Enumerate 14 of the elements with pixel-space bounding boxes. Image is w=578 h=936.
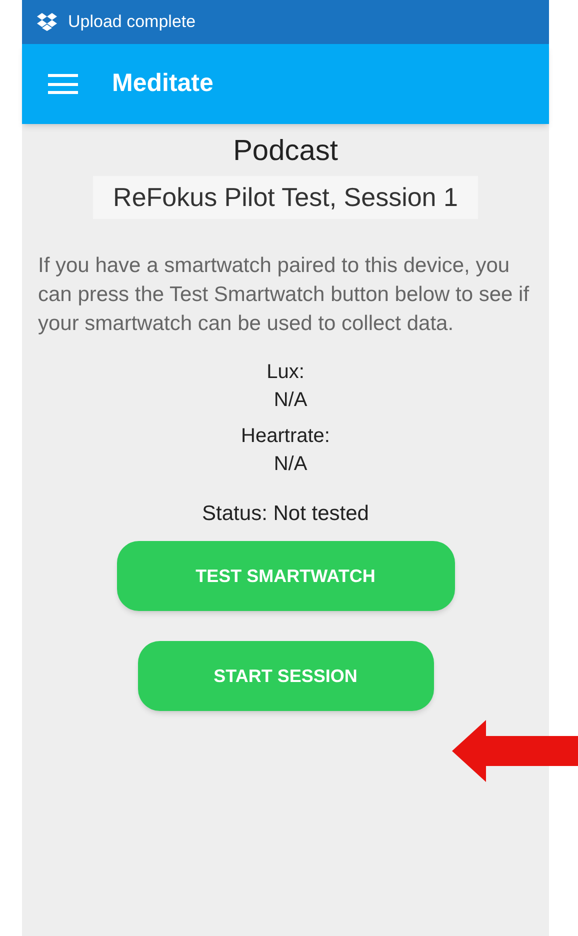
reading-value: N/A bbox=[272, 388, 308, 412]
notification-text: Upload complete bbox=[68, 11, 196, 34]
heading: Podcast bbox=[233, 134, 338, 169]
action-button[interactable]: TEST SMARTWATCH bbox=[116, 541, 454, 611]
dropbox-icon bbox=[36, 13, 58, 31]
subtitle: ReFokus Pilot Test, Session 1 bbox=[93, 176, 478, 218]
action-button[interactable]: START SESSION bbox=[138, 641, 434, 711]
reading-label: Heartrate: bbox=[241, 424, 330, 448]
app-title: Meditate bbox=[112, 68, 214, 100]
reading-label: Lux: bbox=[266, 360, 304, 384]
description-text: If you have a smartwatch paired to this device, you can press the Test Smartwatch button below to see if your smartwatch can be used to collect data. bbox=[37, 252, 530, 336]
status-text: Status: Not tested bbox=[202, 500, 369, 526]
reading-value: N/A bbox=[272, 452, 308, 476]
menu-button[interactable] bbox=[48, 72, 78, 96]
